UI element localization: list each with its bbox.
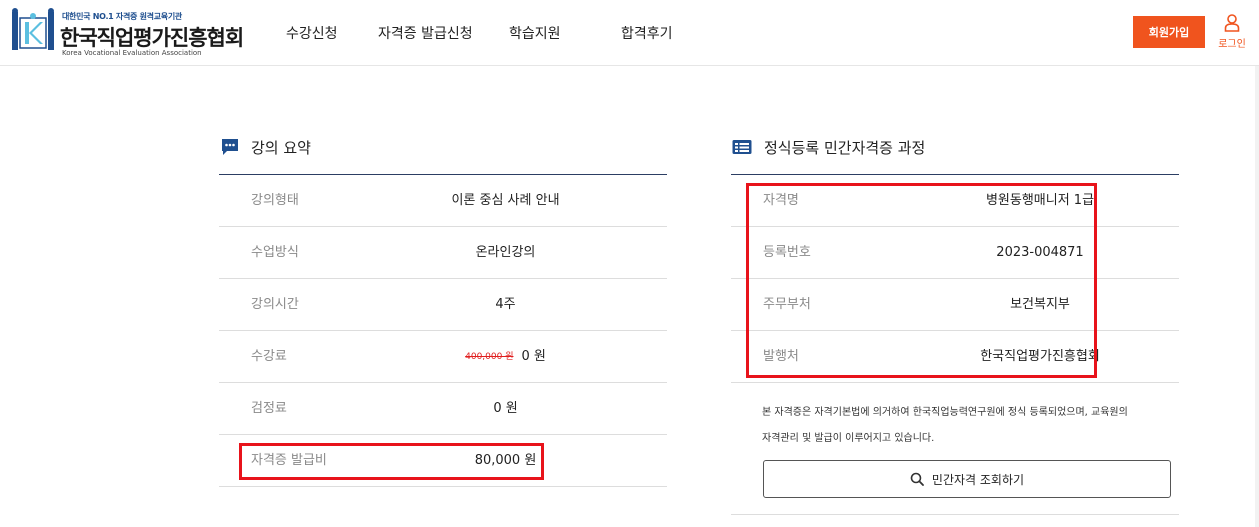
table-row: 자격증 발급비 80,000 원 (219, 435, 667, 487)
certification-notice: 본 자격증은 자격기본법에 의거하여 한국직업능력연구원에 정식 등록되었으며,… (762, 400, 1162, 452)
login-label: 로그인 (1218, 39, 1246, 50)
row-value: 보건복지부 (1010, 297, 1070, 312)
nav-learning-support[interactable]: 학습지원 (509, 23, 561, 43)
login-button[interactable]: 로그인 (1212, 14, 1252, 54)
verify-certification-button[interactable]: 민간자격 조회하기 (763, 460, 1171, 498)
row-value: 80,000 원 (474, 453, 537, 468)
row-label: 발행처 (763, 349, 799, 364)
row-value: 온라인강의 (475, 245, 536, 260)
logo-name: 한국직업평가진흥협회 (60, 26, 244, 50)
site-header: 대한민국 NO.1 자격증 원격교육기관 한국직업평가진흥협회 Korea Vo… (0, 0, 1259, 66)
chat-bubble-icon (222, 139, 238, 155)
table-row: 강의시간 4주 (219, 279, 667, 331)
row-label: 강의시간 (251, 297, 299, 312)
table-row: 발행처 한국직업평가진흥협회 (731, 331, 1179, 383)
row-value: 4주 (495, 297, 516, 312)
nav-certificate-issuance[interactable]: 자격증 발급신청 (378, 23, 473, 43)
course-summary-title: 강의 요약 (221, 136, 311, 158)
row-value: 이론 중심 사례 안내 (451, 193, 560, 208)
certification-title-text: 정식등록 민간자격증 과정 (764, 138, 926, 157)
certification-title: 정식등록 민간자격증 과정 (732, 136, 925, 158)
list-card-icon (732, 140, 752, 154)
notice-line: 자격관리 및 발급이 이루어지고 있습니다. (762, 433, 935, 444)
original-price: 400,000 원 (465, 352, 514, 362)
table-row: 검정료 0 원 (219, 383, 667, 435)
page-scrollbar[interactable] (1255, 66, 1259, 527)
kvea-logo-icon (12, 8, 54, 50)
search-icon (910, 472, 924, 486)
row-label: 수업방식 (251, 245, 299, 260)
table-row: 강의형태 이론 중심 사례 안내 (219, 175, 667, 227)
logo-tagline: 대한민국 NO.1 자격증 원격교육기관 (62, 12, 182, 21)
table-row: 수강료 400,000 원 0 원 (219, 331, 667, 383)
row-value: 2023-004871 (996, 245, 1084, 260)
signup-button[interactable]: 회원가입 (1133, 16, 1205, 48)
row-label: 검정료 (251, 401, 287, 416)
row-label: 주무부처 (763, 297, 811, 312)
row-label: 강의형태 (251, 193, 299, 208)
verify-button-label: 민간자격 조회하기 (931, 472, 1025, 487)
row-label: 자격명 (763, 193, 799, 208)
tuition-value: 400,000 원 0 원 (399, 331, 612, 383)
row-label: 수강료 (251, 349, 287, 364)
table-row: 등록번호 2023-004871 (731, 227, 1179, 279)
course-summary-table: 강의형태 이론 중심 사례 안내 수업방식 온라인강의 강의시간 4주 수강료 … (219, 174, 667, 487)
nav-course-registration[interactable]: 수강신청 (286, 23, 338, 43)
certification-table: 자격명 병원동행매니저 1급 등록번호 2023-004871 주무부처 보건복… (731, 174, 1179, 383)
row-label: 등록번호 (763, 245, 811, 260)
site-logo[interactable]: 대한민국 NO.1 자격증 원격교육기관 한국직업평가진흥협회 Korea Vo… (10, 8, 250, 60)
nav-success-stories[interactable]: 합격후기 (621, 23, 673, 43)
person-icon (1224, 14, 1240, 32)
row-value: 병원동행매니저 1급 (985, 193, 1095, 208)
table-row: 수업방식 온라인강의 (219, 227, 667, 279)
row-value: 0 원 (493, 401, 518, 416)
course-summary-title-text: 강의 요약 (251, 138, 311, 157)
notice-line: 본 자격증은 자격기본법에 의거하여 한국직업능력연구원에 정식 등록되었으며,… (762, 407, 1128, 418)
row-value: 한국직업평가진흥협회 (980, 349, 1100, 364)
divider (731, 514, 1179, 515)
logo-english-name: Korea Vocational Evaluation Association (62, 49, 202, 57)
table-row: 주무부처 보건복지부 (731, 279, 1179, 331)
row-label: 자격증 발급비 (251, 453, 327, 468)
table-row: 자격명 병원동행매니저 1급 (731, 175, 1179, 227)
discounted-price: 0 원 (521, 349, 546, 364)
